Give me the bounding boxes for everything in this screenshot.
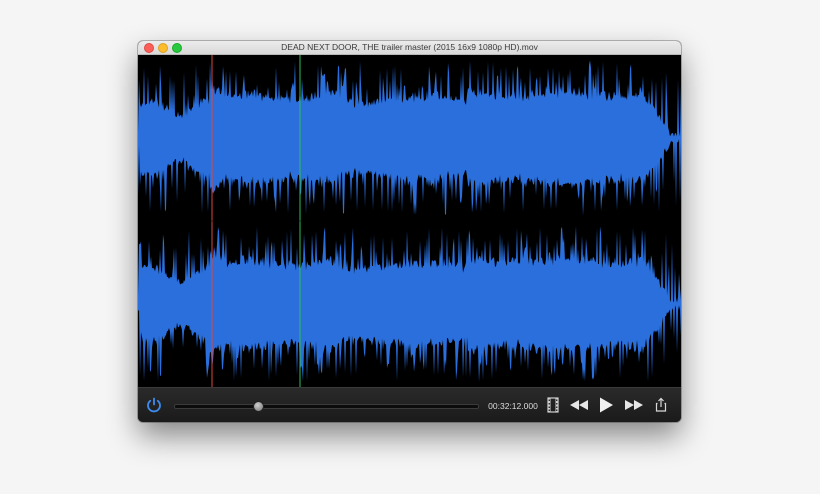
- transport-bar: 00:32:12.000: [138, 387, 681, 422]
- waveform-channel-right: [138, 226, 681, 383]
- waveform-channel-left: [138, 60, 681, 216]
- player-window: DEAD NEXT DOOR, THE trailer master (2015…: [138, 41, 681, 422]
- waveform-svg[interactable]: [138, 55, 681, 387]
- timecode-display: 00:32:12.000: [488, 401, 538, 411]
- waveform-view[interactable]: [138, 55, 681, 387]
- title-bar[interactable]: DEAD NEXT DOOR, THE trailer master (2015…: [138, 41, 681, 55]
- scrub-bar[interactable]: [174, 401, 479, 412]
- power-icon[interactable]: [145, 396, 163, 414]
- film-icon[interactable]: [546, 396, 560, 414]
- fast-forward-icon[interactable]: [623, 396, 645, 414]
- play-icon[interactable]: [597, 396, 615, 414]
- window-title: DEAD NEXT DOOR, THE trailer master (2015…: [281, 42, 538, 52]
- scrub-thumb[interactable]: [252, 401, 264, 412]
- rewind-icon[interactable]: [568, 396, 590, 414]
- share-icon[interactable]: [653, 396, 669, 414]
